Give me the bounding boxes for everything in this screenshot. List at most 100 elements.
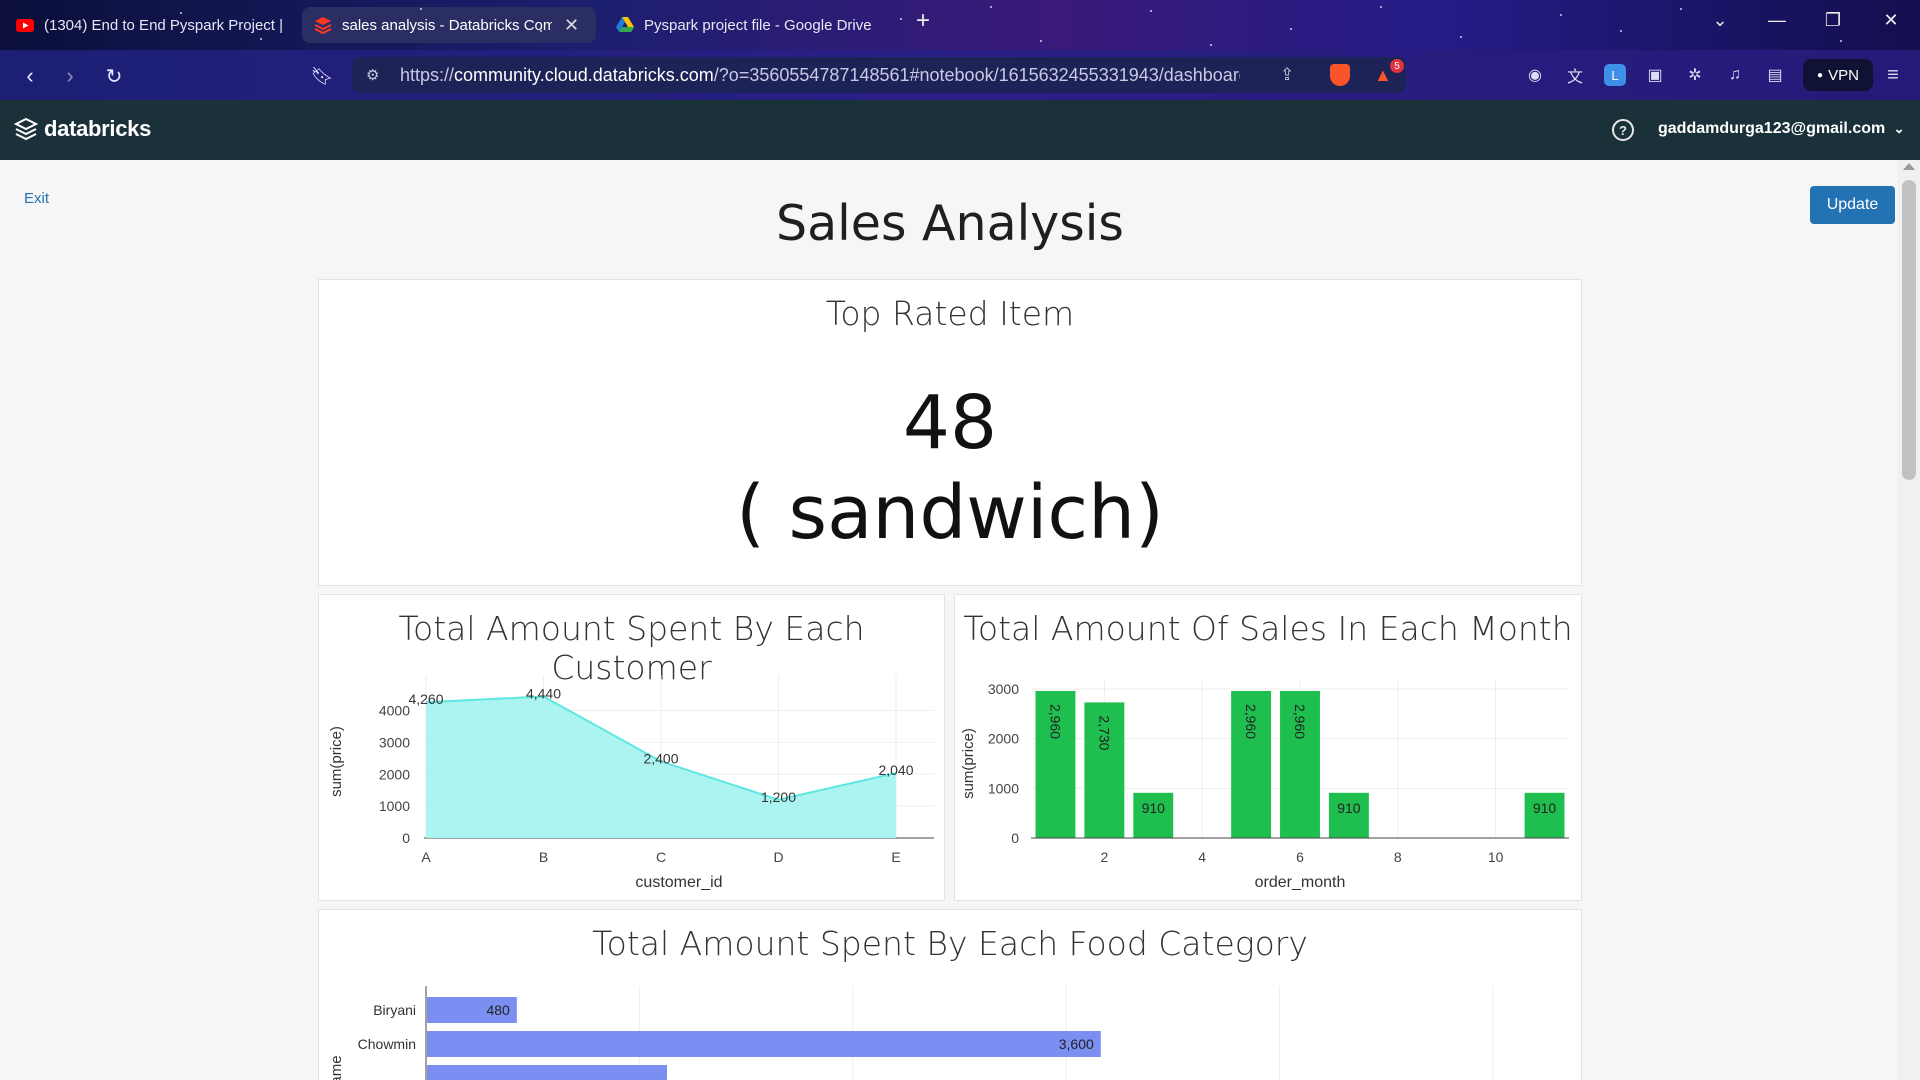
- background-star: [1290, 28, 1292, 30]
- back-icon[interactable]: ‹: [16, 62, 44, 90]
- brave-shields-icon[interactable]: [1330, 64, 1350, 86]
- background-star: [420, 8, 422, 10]
- background-star: [1680, 8, 1682, 10]
- user-menu[interactable]: gaddamdurga123@gmail.com ⌄: [1658, 120, 1905, 138]
- background-star: [1150, 10, 1152, 12]
- data-label: 910: [1337, 800, 1361, 816]
- x-tick-label: 8: [1394, 849, 1402, 865]
- data-label: 1,200: [761, 789, 796, 805]
- extension-lastpass-icon[interactable]: L: [1604, 64, 1626, 86]
- address-bar[interactable]: ⚙ https://community.cloud.databricks.com…: [352, 57, 1406, 93]
- data-label: 2,960: [1292, 704, 1308, 739]
- y-axis-title: sum(price): [328, 726, 345, 797]
- background-star: [900, 18, 902, 20]
- rewards-badge: 5: [1390, 59, 1404, 73]
- bar: [427, 1031, 1101, 1057]
- minimize-button[interactable]: —: [1762, 10, 1792, 31]
- close-window-button[interactable]: ✕: [1876, 10, 1906, 31]
- background-star: [1620, 30, 1622, 32]
- logo-text: databricks: [44, 116, 152, 141]
- site-settings-icon[interactable]: ⚙: [366, 66, 379, 84]
- restore-button[interactable]: ❐: [1818, 10, 1848, 31]
- monthly-sales-panel: Total Amount Of Sales In Each Month 2468…: [954, 594, 1582, 901]
- y-tick-label: 3000: [379, 734, 410, 750]
- food-category-panel: Total Amount Spent By Each Food Category…: [318, 909, 1582, 1080]
- dashboard-title: Sales Analysis: [776, 195, 1124, 252]
- y-tick-label: 3000: [988, 681, 1019, 697]
- y-tick-label: 2000: [379, 766, 410, 782]
- browser-tab-databricks[interactable]: sales analysis - Databricks Comm ✕: [302, 7, 596, 43]
- y-axis-title: ame: [328, 1055, 345, 1080]
- browser-tab-google-drive[interactable]: Pyspark project file - Google Drive: [604, 7, 894, 43]
- new-tab-button[interactable]: +: [908, 7, 938, 35]
- close-tab-icon[interactable]: ✕: [564, 15, 579, 36]
- y-tick-label: 1000: [379, 798, 410, 814]
- food-category-bar-chart: 480 Biryani 3,600 Chowmin ame: [328, 986, 1494, 1080]
- background-star: [990, 6, 992, 8]
- tab-title: sales analysis - Databricks Comm: [342, 16, 552, 34]
- x-tick-label: 2: [1100, 849, 1108, 865]
- data-label: 2,730: [1096, 715, 1112, 750]
- vpn-button[interactable]: ● VPN: [1803, 59, 1873, 91]
- help-icon[interactable]: ?: [1612, 119, 1634, 141]
- databricks-logo-icon: [14, 117, 38, 141]
- extension-stack-icon[interactable]: ▣: [1644, 64, 1666, 86]
- url-text: https://community.cloud.databricks.com/?…: [400, 64, 1240, 85]
- data-label: 2,040: [878, 762, 913, 778]
- databricks-logo[interactable]: databricks: [14, 116, 151, 142]
- data-label: 2,960: [1047, 704, 1063, 739]
- customer-area-chart: 0 1000 2000 3000 40004,260 A 4,440 B 2,400 C 1,200…: [328, 675, 934, 891]
- forward-icon[interactable]: ›: [56, 62, 84, 90]
- data-label: 4,260: [408, 691, 443, 707]
- x-axis-title: order_month: [1255, 874, 1346, 891]
- databricks-icon: [314, 16, 332, 34]
- extensions-puzzle-icon[interactable]: ✲: [1684, 64, 1706, 86]
- monthly-bar-chart: 2 4 6 8 10 0 1000 2000 3000 2,960 2,730 910 2,960 2,9…: [960, 679, 1569, 891]
- background-star: [1560, 14, 1562, 16]
- share-icon[interactable]: ⇪: [1280, 65, 1294, 85]
- extension-translate-icon[interactable]: 文: [1564, 64, 1586, 86]
- tab-title: (1304) End to End Pyspark Project | P: [44, 16, 282, 34]
- data-label: 910: [1142, 800, 1166, 816]
- browser-menu-icon[interactable]: ≡: [1882, 64, 1904, 86]
- y-tick-label: 2000: [988, 731, 1019, 747]
- media-music-icon[interactable]: ♫: [1724, 64, 1746, 86]
- background-star: [180, 12, 182, 14]
- vpn-status-icon: ●: [1817, 69, 1824, 81]
- background-star: [1380, 6, 1382, 8]
- bookmark-icon[interactable]: 🔖︎: [308, 62, 336, 90]
- tab-title: Pyspark project file - Google Drive: [644, 16, 872, 34]
- chevron-down-icon: ⌄: [1893, 121, 1905, 136]
- x-tick-label: C: [656, 849, 666, 865]
- browser-tab-youtube[interactable]: (1304) End to End Pyspark Project | P: [4, 7, 294, 43]
- scrollbar-thumb[interactable]: [1902, 180, 1916, 480]
- wallet-icon[interactable]: ▤: [1764, 64, 1786, 86]
- y-tick-label: Chowmin: [358, 1036, 416, 1052]
- browser-toolbar: ‹ › ↻ 🔖︎ ⚙ https://community.cloud.datab…: [0, 50, 1920, 100]
- top-rated-item-panel: Top Rated Item 48 ( sandwich): [318, 279, 1582, 586]
- brave-rewards-icon[interactable]: ▲: [1374, 65, 1392, 86]
- data-label: 4,440: [526, 685, 561, 701]
- reload-icon[interactable]: ↻: [100, 62, 128, 90]
- y-tick-label: 1000: [988, 780, 1019, 796]
- x-axis-title: customer_id: [635, 874, 722, 891]
- background-star: [540, 30, 542, 32]
- databricks-header: databricks ? gaddamdurga123@gmail.com ⌄: [0, 100, 1920, 160]
- bar: [427, 1065, 667, 1080]
- extension-fox-icon[interactable]: ◉: [1524, 64, 1546, 86]
- tab-list-chevron-icon[interactable]: ⌄: [1705, 10, 1735, 31]
- user-email: gaddamdurga123@gmail.com: [1658, 120, 1886, 137]
- data-label: 480: [486, 1002, 510, 1018]
- x-tick-label: E: [891, 849, 900, 865]
- data-label: 2,400: [643, 751, 678, 767]
- x-tick-label: D: [773, 849, 783, 865]
- background-star: [1460, 36, 1462, 38]
- y-tick-label: 4000: [379, 703, 410, 719]
- data-label: 3,600: [1059, 1036, 1094, 1052]
- google-drive-icon: [616, 16, 634, 34]
- x-tick-label: 6: [1296, 849, 1304, 865]
- x-tick-label: 10: [1488, 849, 1504, 865]
- y-tick-label: 0: [1011, 830, 1019, 846]
- scroll-up-arrow-icon[interactable]: [1903, 163, 1915, 170]
- background-star: [1840, 40, 1842, 42]
